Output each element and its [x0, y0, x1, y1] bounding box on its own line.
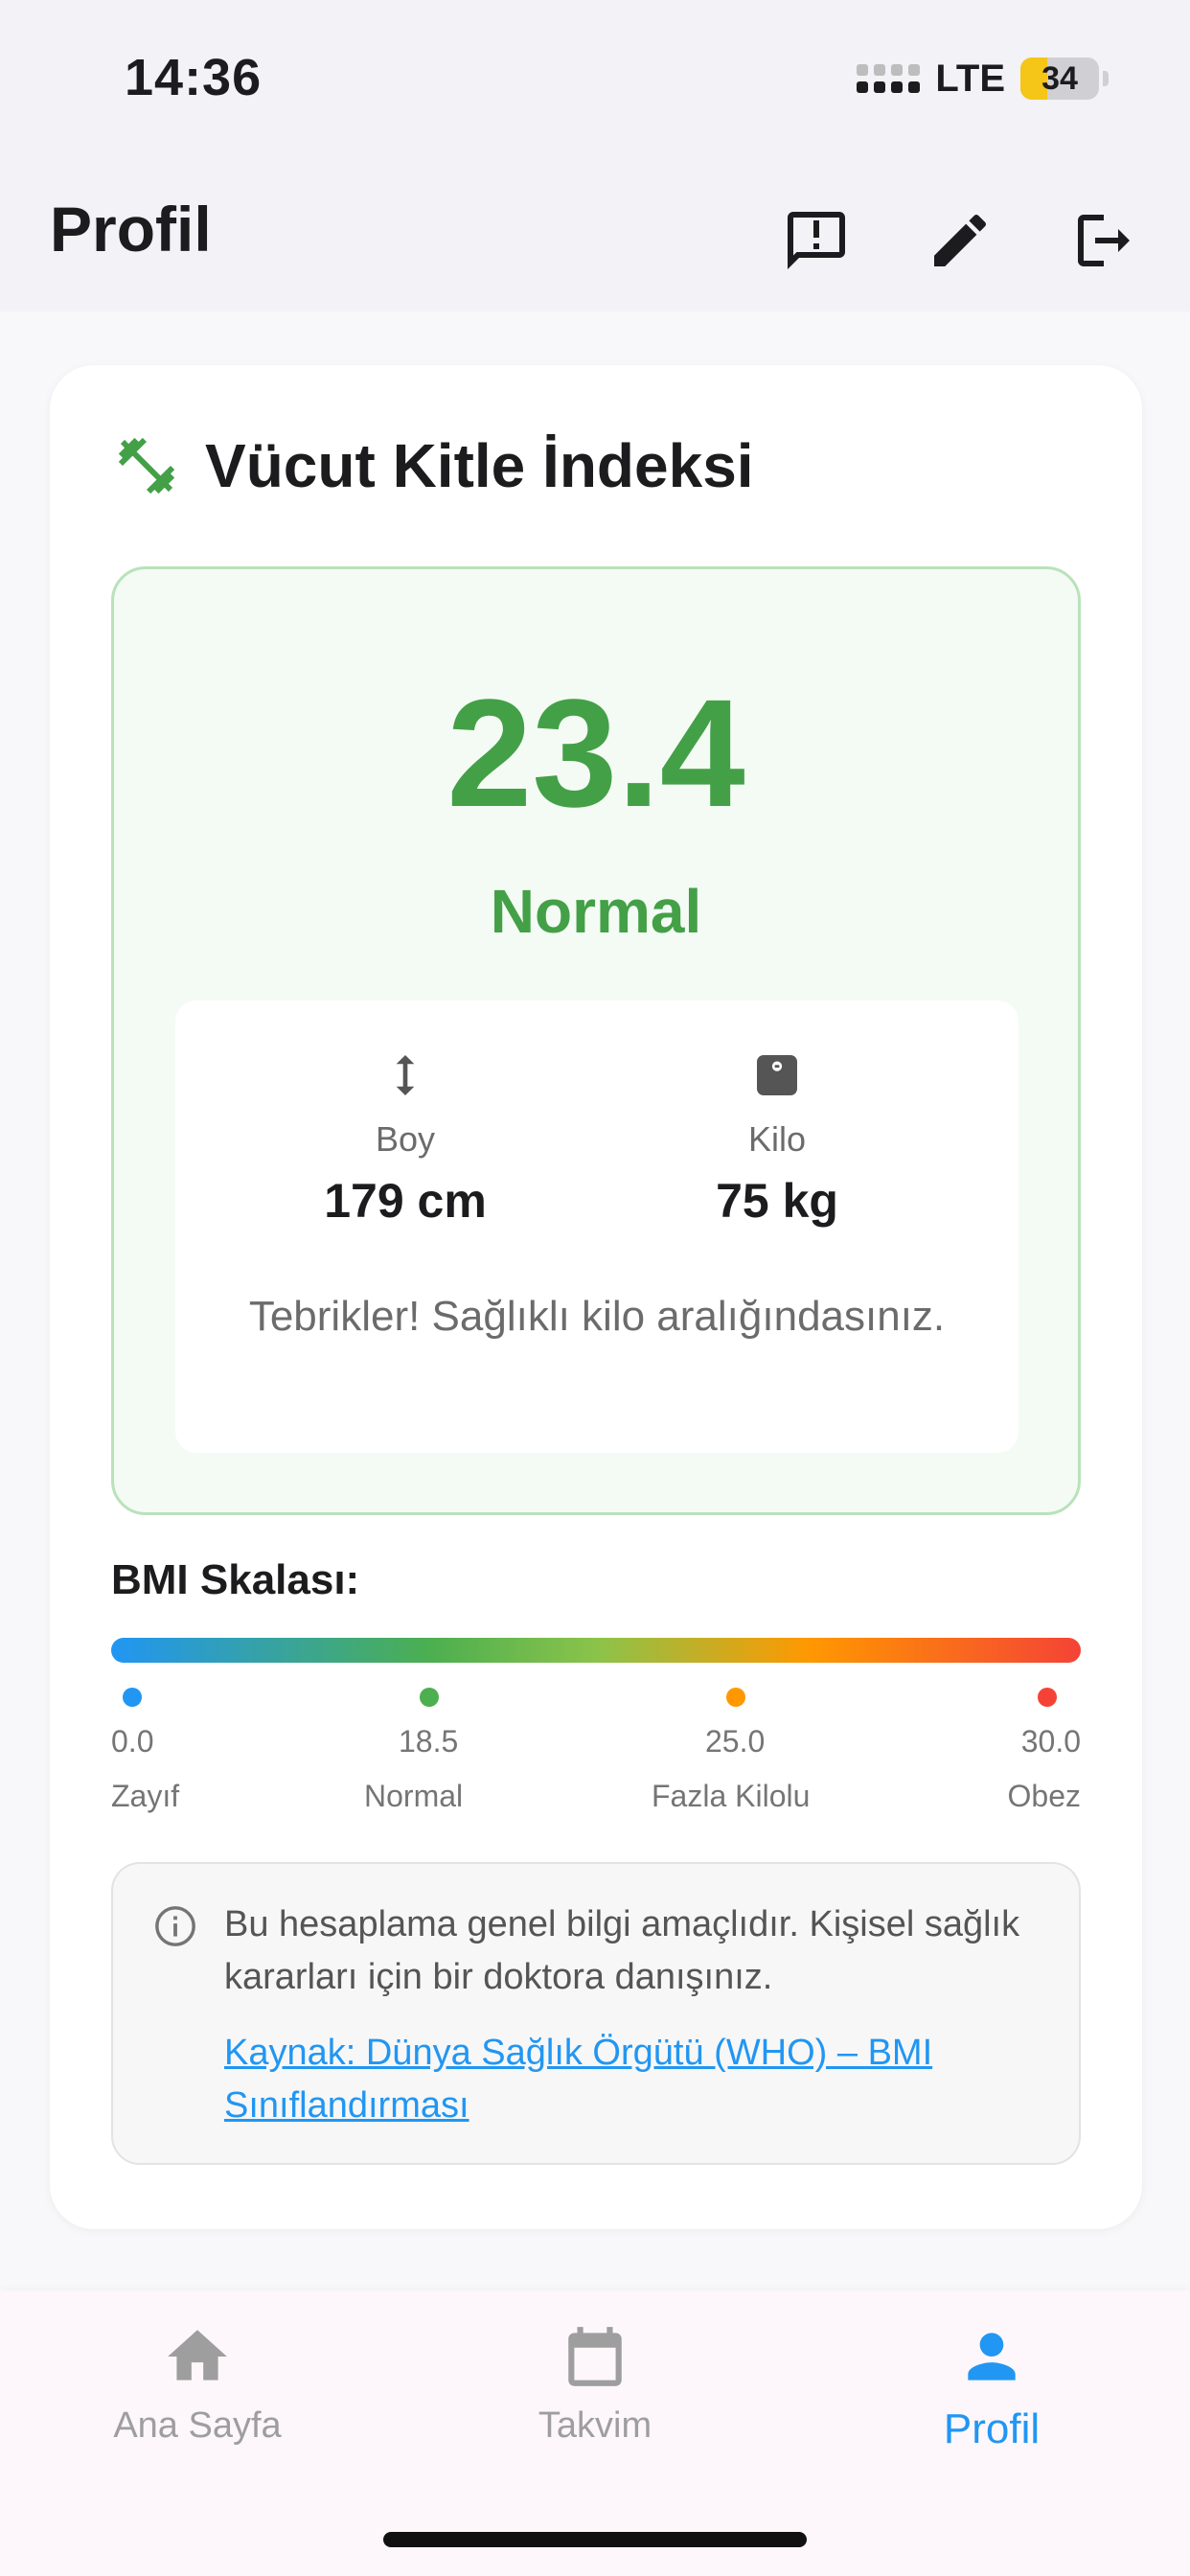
- nav-label-profile: Profil: [943, 2405, 1041, 2452]
- battery-level: 34: [1041, 59, 1078, 97]
- app-actions: [768, 193, 1152, 288]
- content-area[interactable]: Vücut Kitle İndeksi 23.4 Normal Boy 179 …: [0, 311, 1190, 2290]
- weight-label: Kilo: [747, 1119, 807, 1159]
- weight-value: 75 kg: [716, 1174, 838, 1228]
- height-label: Boy: [375, 1119, 436, 1159]
- home-indicator: [383, 2532, 807, 2547]
- info-text: Bu hesaplama genel bilgi amaçlıdır. Kişi…: [224, 1904, 1020, 1997]
- scale-dot-underweight: [123, 1688, 142, 1707]
- app-bar: Profil: [0, 158, 1190, 311]
- card-header: Vücut Kitle İndeksi: [113, 430, 754, 501]
- scale-dot-obese: [1038, 1688, 1057, 1707]
- home-icon: [168, 2330, 227, 2380]
- logout-icon: [1078, 215, 1130, 266]
- bmi-value: 23.4: [446, 667, 745, 839]
- scale-icon: [757, 1055, 797, 1095]
- nav-item-calendar[interactable]: Takvim: [451, 2321, 739, 2447]
- page-title: Profil: [50, 194, 212, 264]
- scale-label-obese: Obez: [1007, 1779, 1081, 1813]
- status-bar: 14:36 LTE 34: [0, 0, 1190, 158]
- logout-button[interactable]: [1056, 193, 1152, 288]
- battery-icon: 34: [1020, 58, 1099, 100]
- bmi-result-box: 23.4 Normal Boy 179 cm Kilo 75 kg Tebrik…: [111, 566, 1081, 1515]
- scale-label-underweight: Zayıf: [111, 1779, 180, 1813]
- bmi-card: Vücut Kitle İndeksi 23.4 Normal Boy 179 …: [50, 365, 1142, 2229]
- height-icon: [396, 1055, 415, 1095]
- info-box: Bu hesaplama genel bilgi amaçlıdır. Kişi…: [111, 1862, 1081, 2165]
- scale-dot-normal: [420, 1688, 439, 1707]
- source-link[interactable]: Kaynak: Dünya Sağlık Örgütü (WHO) – BMI …: [224, 2027, 1039, 2132]
- result-message: Tebrikler! Sağlıklı kilo aralığındasınız…: [248, 1293, 946, 1340]
- signal-icon: [857, 64, 921, 93]
- person-icon: [968, 2333, 1016, 2380]
- status-indicators: LTE 34: [857, 56, 1109, 102]
- feedback-button[interactable]: [768, 193, 864, 288]
- scale-value-normal: 18.5: [399, 1724, 459, 1759]
- weight-measure: Kilo 75 kg: [633, 1048, 921, 1229]
- nav-item-profile[interactable]: Profil: [848, 2321, 1135, 2453]
- fitness-icon: [118, 437, 175, 494]
- calendar-icon: [568, 2327, 622, 2386]
- scale-title: BMI Skalası:: [111, 1556, 360, 1603]
- edit-icon: [934, 214, 987, 266]
- feedback-icon: [788, 212, 845, 269]
- height-value: 179 cm: [324, 1174, 487, 1228]
- status-time: 14:36: [125, 49, 263, 106]
- edit-button[interactable]: [912, 193, 1008, 288]
- measurements-box: Boy 179 cm Kilo 75 kg Tebrikler! Sağlıkl…: [175, 1000, 1018, 1453]
- scale-label-overweight: Fazla Kilolu: [652, 1779, 811, 1813]
- info-icon: [155, 1906, 195, 1946]
- bmi-scale-bar: [111, 1638, 1081, 1663]
- scale-value-obese: 30.0: [1020, 1724, 1081, 1759]
- card-title: Vücut Kitle İndeksi: [205, 431, 754, 500]
- scale-dot-overweight: [726, 1688, 745, 1707]
- nav-item-home[interactable]: Ana Sayfa: [54, 2321, 341, 2447]
- scale-value-underweight: 0.0: [111, 1724, 154, 1759]
- scale-label-normal: Normal: [364, 1779, 464, 1813]
- bmi-category: Normal: [490, 877, 702, 946]
- scale-value-overweight: 25.0: [705, 1724, 766, 1759]
- network-type: LTE: [935, 57, 1005, 100]
- height-measure: Boy 179 cm: [262, 1048, 549, 1229]
- nav-label-home: Ana Sayfa: [113, 2405, 282, 2446]
- nav-label-calendar: Takvim: [538, 2405, 652, 2446]
